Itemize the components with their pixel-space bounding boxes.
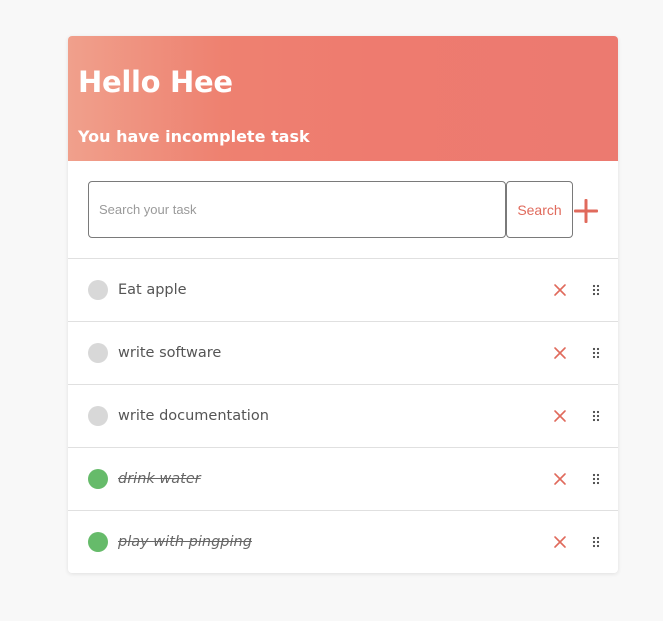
status-subtitle: You have incomplete task: [78, 127, 310, 146]
greeting-title: Hello Hee: [78, 65, 233, 99]
task-label: play with pingping: [118, 534, 252, 550]
delete-icon[interactable]: [553, 409, 567, 423]
task-list: Eat apple write software write documenta…: [68, 259, 618, 573]
task-status-toggle[interactable]: [88, 532, 108, 552]
plus-icon: [574, 199, 598, 223]
task-label: Eat apple: [118, 282, 187, 298]
todo-card: Hello Hee You have incomplete task Searc…: [68, 36, 618, 573]
task-item: play with pingping: [68, 511, 618, 573]
task-label: write software: [118, 345, 222, 361]
search-bar: Search: [68, 161, 618, 259]
delete-icon[interactable]: [553, 346, 567, 360]
header: Hello Hee You have incomplete task: [68, 36, 618, 161]
drag-handle-icon[interactable]: [592, 347, 600, 359]
task-label: write documentation: [118, 408, 269, 424]
drag-handle-icon[interactable]: [592, 284, 600, 296]
task-label: drink water: [118, 471, 201, 487]
drag-handle-icon[interactable]: [592, 536, 600, 548]
task-status-toggle[interactable]: [88, 406, 108, 426]
delete-icon[interactable]: [553, 535, 567, 549]
task-status-toggle[interactable]: [88, 469, 108, 489]
search-input[interactable]: [88, 181, 506, 238]
delete-icon[interactable]: [553, 472, 567, 486]
search-button[interactable]: Search: [506, 181, 573, 238]
task-status-toggle[interactable]: [88, 280, 108, 300]
delete-icon[interactable]: [553, 283, 567, 297]
task-item: write documentation: [68, 385, 618, 448]
task-item: write software: [68, 322, 618, 385]
drag-handle-icon[interactable]: [592, 410, 600, 422]
task-status-toggle[interactable]: [88, 343, 108, 363]
task-item: drink water: [68, 448, 618, 511]
drag-handle-icon[interactable]: [592, 473, 600, 485]
task-item: Eat apple: [68, 259, 618, 322]
add-task-button[interactable]: [573, 198, 599, 224]
